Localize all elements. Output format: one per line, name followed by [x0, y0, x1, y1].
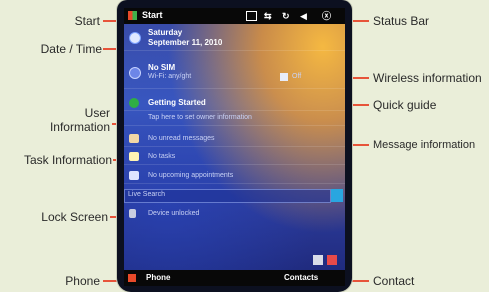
callout-status-bar: Status Bar	[373, 14, 430, 28]
volume-icon[interactable]: ◀	[300, 11, 307, 21]
callout-user-line2: Information	[49, 120, 110, 134]
calendar-icon	[129, 171, 139, 180]
callout-user-information: User Information	[10, 106, 110, 134]
tasks-row[interactable]: No tasks	[124, 149, 345, 165]
softkey-bar: Phone Contacts	[124, 270, 345, 286]
tasks-text: No tasks	[148, 153, 176, 160]
callout-wireless-information: Wireless information	[373, 71, 482, 85]
phone-screen: Start ⇆ ↻ ◀ ⓧ Saturday September 11, 201…	[124, 8, 345, 286]
quick-guide-title: Getting Started	[148, 98, 206, 107]
quick-guide-panel[interactable]: Getting Started	[124, 96, 345, 111]
envelope-icon	[129, 134, 139, 143]
start-label: Start	[142, 10, 163, 20]
date-day: Saturday	[148, 28, 183, 37]
appointments-row[interactable]: No upcoming appointments	[124, 168, 345, 184]
lock-icon	[129, 209, 136, 218]
callout-message-information: Message information	[373, 139, 476, 151]
messages-row[interactable]: No unread messages	[124, 131, 345, 147]
start-button[interactable]: Start	[126, 8, 176, 24]
lock-screen-row[interactable]: Device unlocked	[124, 206, 345, 221]
wireless-subtitle: Wi-Fi: any/ght	[148, 73, 192, 80]
windows-flag-icon	[128, 11, 137, 20]
wireless-title: No SIM	[148, 63, 176, 72]
getting-started-icon	[129, 98, 139, 108]
dropdown-icon[interactable]	[327, 255, 337, 265]
callout-quick-guide: Quick guide	[373, 98, 437, 112]
search-icon[interactable]	[331, 189, 343, 202]
search-bar[interactable]: Live Search	[124, 189, 331, 203]
lock-status: Device unlocked	[148, 210, 200, 217]
network-icon[interactable]: ⇆	[264, 11, 272, 21]
messages-text: No unread messages	[148, 135, 215, 142]
wireless-tag: Off	[292, 73, 302, 80]
status-bar: Start ⇆ ↻ ◀ ⓧ	[124, 8, 345, 24]
wireless-panel[interactable]: No SIM Wi-Fi: any/ght Off	[124, 58, 345, 89]
owner-info-row[interactable]: Tap here to set owner information	[124, 111, 345, 126]
close-icon[interactable]: ⓧ	[322, 11, 331, 21]
callout-start: Start	[74, 14, 100, 28]
appointments-text: No upcoming appointments	[148, 172, 234, 179]
callout-task-information: Task Information	[23, 153, 112, 167]
callout-user-line1: User	[84, 106, 110, 120]
phone-icon	[128, 274, 136, 282]
battery-icon[interactable]	[246, 11, 257, 21]
search-input[interactable]: Live Search	[128, 191, 165, 198]
softkey-phone[interactable]: Phone	[146, 273, 170, 282]
keyboard-icon[interactable]	[313, 255, 323, 265]
softkey-contacts[interactable]: Contacts	[284, 273, 318, 282]
signal-icon	[129, 67, 141, 79]
date-time-panel[interactable]: Saturday September 11, 2010	[124, 25, 345, 51]
callout-lock-screen: Lock Screen	[41, 210, 108, 224]
callout-date-time: Date / Time	[40, 42, 102, 56]
callout-phone: Phone	[65, 274, 100, 288]
wifi-icon	[280, 73, 288, 81]
sync-icon[interactable]: ↻	[282, 11, 290, 21]
owner-info-text: Tap here to set owner information	[148, 114, 252, 121]
clock-icon	[129, 32, 141, 44]
date-full: September 11, 2010	[148, 38, 223, 47]
callout-contact: Contact	[373, 274, 415, 288]
tasks-icon	[129, 152, 139, 161]
